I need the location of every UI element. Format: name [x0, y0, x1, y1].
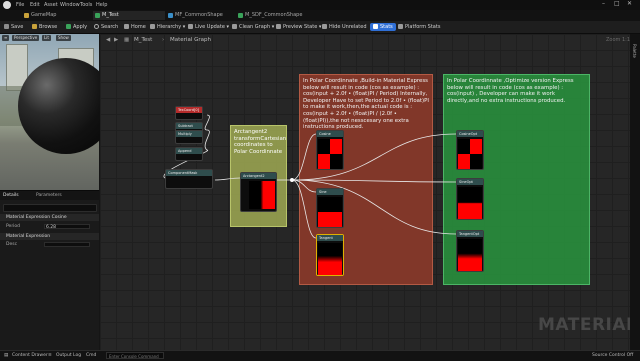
node-sine-opt-title: SineOpt [457, 179, 483, 185]
node-cosine-preview [318, 139, 342, 169]
node-component-mask[interactable]: ComponentMask [165, 169, 213, 189]
graph-watermark: MATERIAL [538, 315, 638, 335]
node-tangent-preview [318, 243, 342, 275]
node-texcoord[interactable]: TexCoord[0] [175, 106, 203, 120]
console-command-input[interactable]: Enter Console Command [106, 352, 164, 359]
node-component-mask-title: ComponentMask [166, 170, 212, 176]
output-log-icon[interactable]: ≡ [48, 353, 52, 358]
node-arctangent2-title: Arctangent2 [241, 173, 276, 179]
node-sine[interactable]: Sine [316, 188, 344, 228]
node-cosine[interactable]: Cosine [316, 130, 344, 170]
node-cosine-opt[interactable]: CosineOpt [456, 130, 484, 170]
reroute-node[interactable] [290, 178, 294, 182]
node-multiply[interactable]: Multiply [175, 130, 203, 144]
cmd-button[interactable]: Cmd [86, 353, 96, 358]
palette-tab[interactable]: Palette [632, 44, 637, 58]
node-sine-title: Sine [317, 189, 343, 195]
node-append-title: Append [176, 148, 202, 154]
node-texcoord-title: TexCoord[0] [176, 107, 202, 113]
output-log-button[interactable]: Output Log [56, 353, 81, 358]
content-drawer-button[interactable]: Content Drawer [12, 353, 48, 358]
node-cosine-title: Cosine [317, 131, 343, 137]
content-drawer-icon[interactable]: ▤ [4, 353, 8, 358]
node-arctangent2[interactable]: Arctangent2 [240, 172, 277, 212]
node-sine-preview [318, 197, 342, 227]
source-control-status[interactable]: Source Control Off [592, 353, 633, 358]
node-sine-opt[interactable]: SineOpt [456, 178, 484, 220]
node-tangent-opt-preview [458, 239, 482, 271]
node-tangent-title: Tangent [317, 235, 343, 241]
graph-wires [163, 114, 457, 239]
node-subtract-title: Subtract [176, 123, 202, 129]
node-cosine-opt-title: CosineOpt [457, 131, 483, 137]
node-multiply-title: Multiply [176, 131, 202, 137]
node-append[interactable]: Append [175, 147, 203, 161]
node-tangent-opt[interactable]: TangentOpt [456, 230, 484, 272]
node-cosine-opt-preview [458, 139, 482, 169]
status-bar: ▤ Content Drawer ≡ Output Log Cmd Enter … [0, 350, 640, 361]
node-arctangent2-preview [249, 181, 275, 209]
node-tangent-opt-title: TangentOpt [457, 231, 483, 237]
node-sine-opt-preview [458, 187, 482, 219]
right-side-panel-bar: Palette [630, 34, 640, 350]
node-tangent[interactable]: Tangent [316, 234, 344, 276]
